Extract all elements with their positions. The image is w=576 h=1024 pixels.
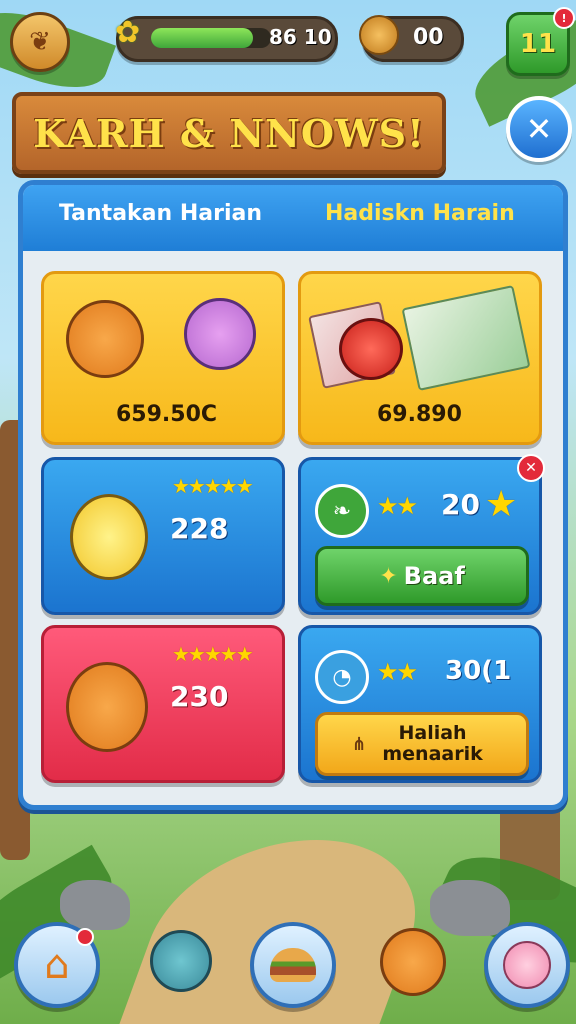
star-rating-icon: ★★★★★ [172,474,254,498]
timer-icon: ◔ [315,650,369,704]
yellow-critter-icon [70,494,148,580]
reward-1-value: 20 [441,488,480,521]
house-icon: ⌂ [44,942,70,988]
leaf-emblem-icon: ❦ [29,27,51,57]
red-fruit-icon [339,318,403,380]
dismiss-badge[interactable]: ✕ [517,454,545,482]
caterpillar-mascot-icon [150,930,212,992]
notification-dot [76,928,94,946]
pet-button[interactable] [484,922,570,1008]
pink-mouse-icon [184,298,256,370]
banner-title: KARH & NNOWS! [33,110,425,156]
progress-fill [151,28,253,48]
cash-card[interactable]: 69.890 [298,271,542,445]
home-button[interactable]: ⌂ [14,922,100,1008]
challenge-panel: Tantakan Harian Hadiskn Harain 659.50C 6… [18,180,568,810]
claim-button[interactable]: ✦ Baaf [315,546,529,606]
star-rating-icon: ★★ [377,658,418,686]
friends-card[interactable]: 659.50C [41,271,285,445]
progress-track [151,28,271,48]
fox-mascot-icon [380,928,446,996]
tiger-cub-icon [66,662,148,752]
challenge-card-1[interactable]: ★★★★★ 228 [41,457,285,615]
rock [430,880,510,936]
challenge-card-2[interactable]: ★★★★★ 230 [41,625,285,783]
claim-button-label: Baaf [403,562,465,590]
rock [60,880,130,930]
challenge-2-value: 230 [170,680,229,713]
food-button[interactable] [250,922,336,1008]
coins-value: 00 [413,25,444,50]
tab-bar: Tantakan Harian Hadiskn Harain [23,185,563,251]
burger-icon [270,948,316,982]
money-bills-icon [401,285,531,391]
friends-value: 659.50C [116,402,218,427]
attractive-reward-label: Haliah menaarik [382,722,483,765]
tiger-cub-icon [66,300,144,378]
star-rating-icon: ★★ [377,492,418,520]
progress-value: 86 10 [269,25,332,49]
star-rating-icon: ★★★★★ [172,642,254,666]
close-icon: ✕ [525,110,553,148]
big-star-icon: ★ [485,484,517,525]
reward-card-1[interactable]: ❧ ★★ 20 ★ ✦ Baaf ✕ [298,454,545,615]
reward-card-2[interactable]: ◔ ★★ 30(1 ⋔ Haliah menaarik [298,625,542,783]
close-button[interactable]: ✕ [506,96,572,162]
title-banner: KARH & NNOWS! [12,92,446,174]
level-button[interactable]: 11 ! [506,7,575,76]
flower-icon: ✿ [115,15,141,50]
coins-counter: 00 [359,15,464,62]
profile-button[interactable]: ❦ [10,12,70,72]
challenge-1-value: 228 [170,512,229,545]
coin-icon [359,15,399,55]
notification-dot: ! [553,7,575,29]
leaf-ticket-icon: ❧ [315,484,369,538]
grass-icon: ⋔ [351,733,367,755]
tab-daily-reward[interactable]: Hadiskn Harain [325,201,515,226]
level-value: 11 [519,29,557,59]
tab-daily-challenge[interactable]: Tantakan Harian [59,201,262,226]
reward-2-value: 30(1 [445,656,512,686]
attractive-reward-button[interactable]: ⋔ Haliah menaarik [315,712,529,776]
progress-bar: ✿ 86 10 [115,15,338,62]
leaf-icon: ✦ [379,563,398,589]
cash-value: 69.890 [377,402,462,427]
pink-pet-icon [503,941,551,989]
